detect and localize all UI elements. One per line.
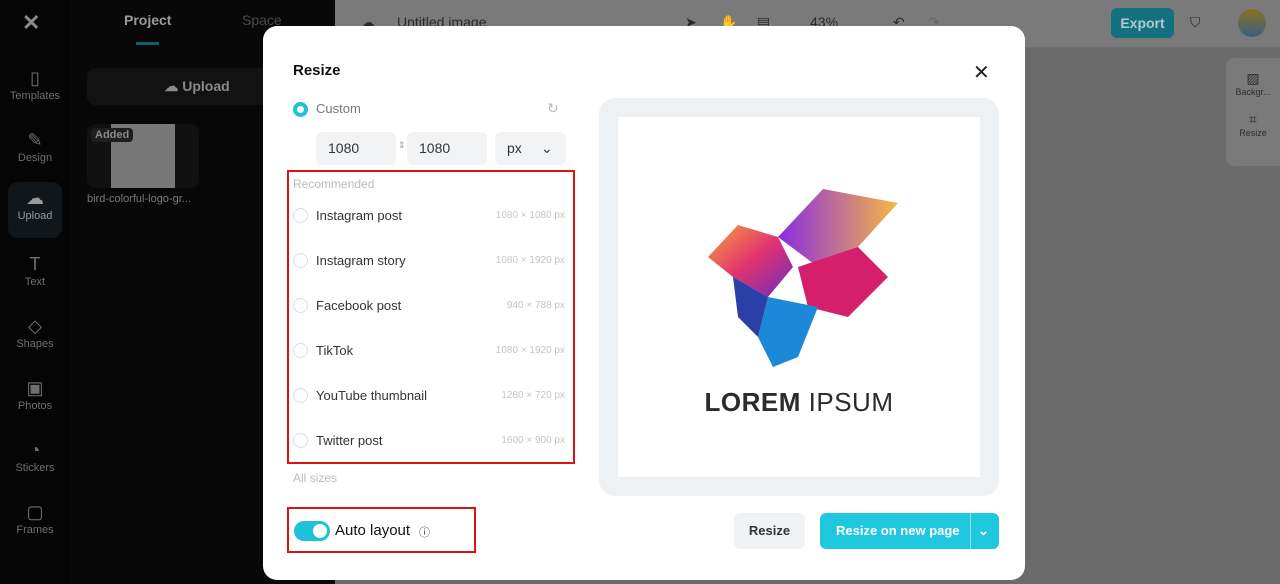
option-tiktok[interactable]: TikTok 1080 × 1920 px bbox=[293, 341, 565, 361]
link-ratio-icon[interactable]: ⇕ bbox=[398, 140, 406, 151]
radio[interactable] bbox=[293, 208, 308, 223]
radio[interactable] bbox=[293, 298, 308, 313]
asset-name: bird-colorful-logo-gr... bbox=[87, 193, 191, 205]
height-input[interactable]: 1080 bbox=[407, 132, 487, 165]
rail-upload[interactable]: ☁ Upload bbox=[8, 182, 62, 238]
templates-icon: ▯ bbox=[30, 68, 40, 88]
rail-frames[interactable]: ▢ Frames bbox=[8, 496, 62, 552]
resize-tool[interactable]: ⌗ Resize bbox=[1226, 111, 1280, 138]
background-tool[interactable]: ▨ Backgr... bbox=[1226, 58, 1280, 97]
unit-select[interactable]: px ⌄ bbox=[495, 132, 566, 165]
frames-icon: ▢ bbox=[26, 502, 44, 522]
tab-project[interactable]: Project bbox=[124, 12, 171, 45]
stickers-icon: ◔ bbox=[29, 440, 41, 460]
added-badge: Added bbox=[91, 128, 134, 142]
auto-layout-label: Auto layout bbox=[335, 522, 411, 539]
design-icon: ✎ bbox=[27, 130, 43, 150]
option-youtube-thumbnail[interactable]: YouTube thumbnail 1280 × 720 px bbox=[293, 386, 565, 406]
divider bbox=[970, 513, 971, 549]
resize-icon: ⌗ bbox=[1249, 111, 1257, 127]
avatar[interactable] bbox=[1238, 9, 1266, 37]
resize-on-new-page-button[interactable]: Resize on new page ⌄ bbox=[820, 513, 999, 549]
rail-text[interactable]: T Text bbox=[8, 248, 62, 304]
reset-icon[interactable]: ↻ bbox=[547, 100, 559, 117]
auto-layout-toggle[interactable] bbox=[294, 521, 330, 541]
preview-canvas: LOREM IPSUM bbox=[618, 117, 980, 477]
dialog-title: Resize bbox=[293, 62, 341, 79]
auto-layout-highlight: Auto layout ⓘ bbox=[287, 507, 476, 553]
all-sizes-link[interactable]: All sizes bbox=[293, 471, 337, 485]
chevron-down-icon: ⌄ bbox=[541, 140, 553, 156]
shield-icon[interactable]: ⛉ bbox=[1190, 14, 1201, 31]
width-input[interactable]: 1080 bbox=[316, 132, 396, 165]
option-instagram-story[interactable]: Instagram story 1080 × 1920 px bbox=[293, 251, 565, 271]
rail-photos[interactable]: ▣ Photos bbox=[8, 372, 62, 428]
rail-stickers[interactable]: ◔ Stickers bbox=[8, 434, 62, 490]
resize-dialog: Resize ✕ Custom ↻ 1080 ⇕ 1080 px ⌄ Recomm… bbox=[263, 26, 1025, 580]
info-icon[interactable]: ⓘ bbox=[419, 524, 430, 540]
rail-shapes[interactable]: ◇ Shapes bbox=[8, 310, 62, 366]
background-icon: ▨ bbox=[1246, 70, 1260, 86]
radio[interactable] bbox=[293, 253, 308, 268]
radio[interactable] bbox=[293, 433, 308, 448]
chevron-down-icon[interactable]: ⌄ bbox=[978, 513, 989, 549]
close-icon[interactable]: ✕ bbox=[973, 60, 990, 85]
right-toolbar: ▨ Backgr... ⌗ Resize bbox=[1226, 58, 1280, 166]
option-facebook-post[interactable]: Facebook post 940 × 788 px bbox=[293, 296, 565, 316]
resize-button[interactable]: Resize bbox=[734, 513, 805, 549]
option-instagram-post[interactable]: Instagram post 1080 × 1080 px bbox=[293, 206, 565, 226]
left-rail: ✕ ▯ Templates ✎ Design ☁ Upload T Text ◇ Shap… bbox=[0, 0, 70, 584]
option-twitter-post[interactable]: Twitter post 1600 × 900 px bbox=[293, 431, 565, 451]
photos-icon: ▣ bbox=[26, 378, 44, 398]
custom-label: Custom bbox=[316, 101, 361, 116]
bird-logo-image bbox=[708, 189, 898, 367]
asset-thumbnail[interactable]: Added bbox=[87, 124, 199, 188]
radio[interactable] bbox=[293, 343, 308, 358]
preview-area: LOREM IPSUM bbox=[599, 98, 999, 496]
text-icon: T bbox=[29, 254, 41, 274]
cloud-upload-icon: ☁ bbox=[164, 78, 183, 94]
upload-icon: ☁ bbox=[26, 188, 44, 208]
radio[interactable] bbox=[293, 388, 308, 403]
export-button[interactable]: Export bbox=[1111, 8, 1174, 38]
rail-design[interactable]: ✎ Design bbox=[8, 124, 62, 180]
rail-templates[interactable]: ▯ Templates bbox=[8, 62, 62, 118]
logo-text: LOREM IPSUM bbox=[704, 387, 894, 417]
recommended-label: Recommended bbox=[293, 177, 375, 191]
capcut-logo[interactable]: ✕ bbox=[22, 10, 40, 36]
shapes-icon: ◇ bbox=[28, 316, 42, 336]
custom-radio[interactable] bbox=[293, 102, 308, 117]
